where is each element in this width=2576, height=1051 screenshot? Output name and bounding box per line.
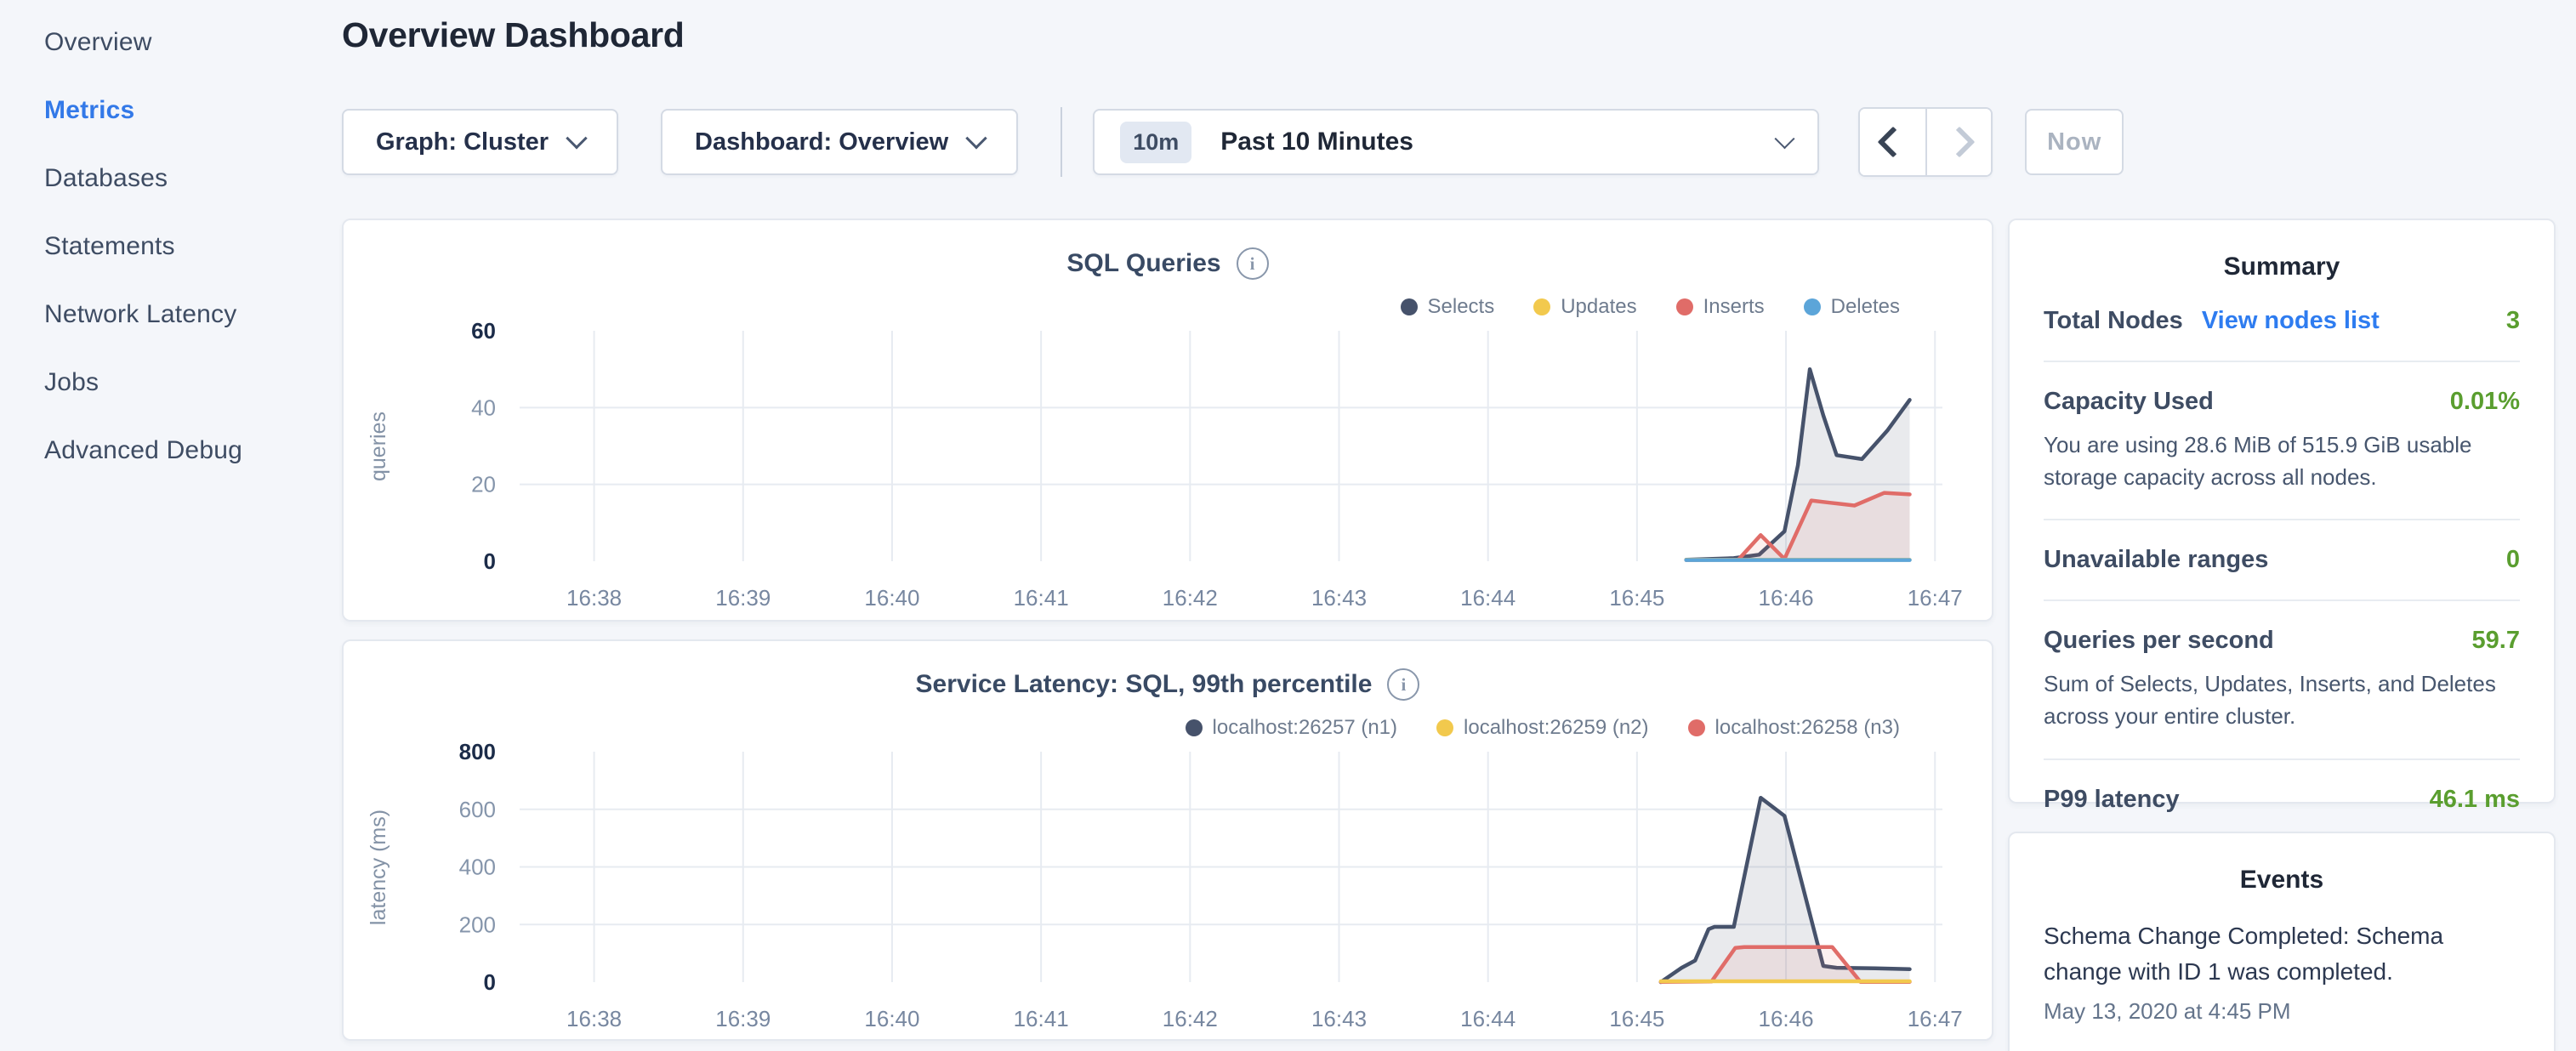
now-button[interactable]: Now [2025,109,2124,175]
svg-text:16:38: 16:38 [566,1006,622,1031]
svg-text:16:42: 16:42 [1163,1006,1218,1031]
events-heading: Events [2010,866,2554,895]
time-range-dropdown[interactable]: 10m Past 10 Minutes [1093,109,1819,175]
summary-row-label: Capacity Used [2044,388,2214,416]
svg-text:16:47: 16:47 [1908,1006,1963,1031]
summary-row-value: 3 [2506,307,2520,335]
time-pager [1858,107,1993,177]
sql-queries-plot[interactable]: 16:38 16:39 16:40 16:41 16:42 16:43 16:44 16:45… [344,220,1992,620]
summary-row-label: Unavailable ranges [2044,546,2268,574]
svg-text:400: 400 [459,855,496,880]
sidebar-item-databases[interactable]: Databases [0,145,340,213]
summary-row-value: 59.7 [2472,627,2520,655]
svg-text:800: 800 [459,739,496,764]
summary-row-label: Total Nodes [2044,307,2183,335]
summary-row: Unavailable ranges 0 [2044,546,2520,574]
summary-row-value: 46.1 ms [2430,786,2520,814]
svg-text:60: 60 [471,318,496,344]
summary-row-label: P99 latency [2044,786,2180,814]
summary-row-value: 0.01% [2450,388,2520,416]
svg-text:16:44: 16:44 [1460,1006,1515,1031]
svg-text:16:40: 16:40 [864,1006,919,1031]
chevron-down-icon [1775,128,1795,149]
time-range-badge: 10m [1120,122,1191,163]
svg-text:16:47: 16:47 [1908,585,1963,611]
time-prev-button[interactable] [1860,109,1925,175]
svg-text:16:46: 16:46 [1759,585,1814,611]
app-root: OverviewMetricsDatabasesStatementsNetwor… [0,0,2576,1051]
summary-panel: Summary Total Nodes View nodes list 3 Capac… [2008,219,2556,804]
svg-text:16:45: 16:45 [1609,585,1664,611]
sql-queries-chart-card: SQL Queries i SelectsUpdatesInsertsDelet… [342,219,1993,622]
divider [1061,107,1062,177]
time-next-button[interactable] [1925,109,1991,175]
summary-row: Capacity Used 0.01% [2044,388,2520,416]
event-item[interactable]: Schema Change Completed: Schema change w… [2010,895,2554,1025]
chevron-right-icon [1943,127,1975,158]
summary-row-value: 0 [2506,546,2520,574]
svg-text:600: 600 [459,797,496,822]
summary-rows: Total Nodes View nodes list 3 Capacity Used… [2010,281,2554,814]
controls-row: Graph: Cluster Dashboard: Overview 10m P… [342,109,2124,175]
events-list: Schema Change Completed: Schema change w… [2010,895,2554,1025]
summary-row: Total Nodes View nodes list 3 [2044,307,2520,335]
svg-text:200: 200 [459,912,496,937]
event-timestamp: May 13, 2020 at 4:45 PM [2044,998,2520,1025]
sidebar-item-overview[interactable]: Overview [0,9,340,77]
service-latency-plot[interactable]: 16:38 16:39 16:40 16:41 16:42 16:43 16:44 16:45… [344,641,1992,1039]
summary-row-description: Sum of Selects, Updates, Inserts, and De… [2044,668,2520,732]
summary-heading: Summary [2010,253,2554,281]
svg-text:16:44: 16:44 [1460,585,1515,611]
graph-dropdown-label: Graph: Cluster [376,128,549,156]
divider [2044,519,2520,520]
svg-text:16:38: 16:38 [566,585,622,611]
page-title: Overview Dashboard [342,15,684,55]
divider [2044,599,2520,601]
svg-text:20: 20 [471,472,496,497]
sidebar-item-advanced-debug[interactable]: Advanced Debug [0,417,340,485]
svg-text:16:39: 16:39 [715,585,771,611]
svg-text:0: 0 [484,969,496,995]
chevron-left-icon [1877,127,1908,158]
svg-text:16:41: 16:41 [1014,585,1069,611]
summary-row: Queries per second 59.7 [2044,627,2520,655]
sidebar-item-statements[interactable]: Statements [0,213,340,281]
svg-text:40: 40 [471,395,496,420]
divider [2044,361,2520,362]
events-panel: Events Schema Change Completed: Schema c… [2008,832,2556,1051]
graph-dropdown[interactable]: Graph: Cluster [342,109,618,175]
summary-row: P99 latency 46.1 ms [2044,786,2520,814]
sidebar-item-metrics[interactable]: Metrics [0,77,340,145]
svg-text:16:40: 16:40 [864,585,919,611]
view-nodes-list-link[interactable]: View nodes list [2202,307,2380,335]
summary-row-description: You are using 28.6 MiB of 515.9 GiB usab… [2044,429,2520,493]
svg-text:16:43: 16:43 [1311,1006,1367,1031]
svg-text:0: 0 [484,548,496,574]
service-latency-chart-card: Service Latency: SQL, 99th percentile i … [342,639,1993,1041]
svg-text:16:41: 16:41 [1014,1006,1069,1031]
dashboard-dropdown-label: Dashboard: Overview [695,128,948,156]
dashboard-dropdown[interactable]: Dashboard: Overview [661,109,1018,175]
chevron-down-icon [566,128,587,149]
divider [2044,758,2520,760]
svg-text:16:42: 16:42 [1163,585,1218,611]
chevron-down-icon [965,128,987,149]
sidebar-item-jobs[interactable]: Jobs [0,349,340,417]
svg-text:16:46: 16:46 [1759,1006,1814,1031]
svg-text:16:43: 16:43 [1311,585,1367,611]
sidebar-item-network-latency[interactable]: Network Latency [0,281,340,349]
event-text: Schema Change Completed: Schema change w… [2044,918,2520,990]
svg-text:16:45: 16:45 [1609,1006,1664,1031]
summary-row-label: Queries per second [2044,627,2274,655]
svg-text:16:39: 16:39 [715,1006,771,1031]
time-range-label: Past 10 Minutes [1220,128,1413,156]
sidebar: OverviewMetricsDatabasesStatementsNetwor… [0,9,340,485]
